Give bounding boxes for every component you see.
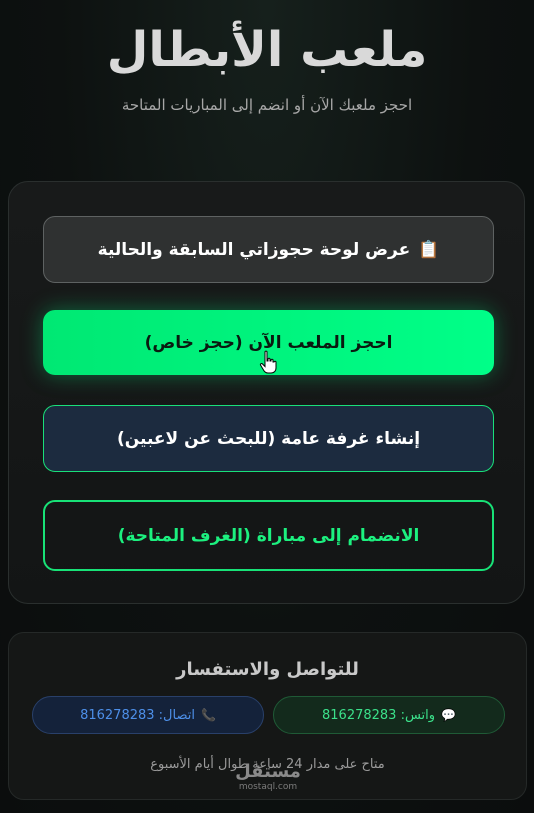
create-public-room-label: إنشاء غرفة عامة (للبحث عن لاعبين) <box>116 428 421 449</box>
watermark-arabic: مستقل <box>235 761 301 782</box>
whatsapp-button[interactable]: 💬 واتس: 816278283 <box>273 696 505 734</box>
view-bookings-label: عرض لوحة حجوزاتي السابقة والحالية <box>97 239 411 260</box>
page-subtitle: احجز ملعبك الآن أو انضم إلى المباريات ال… <box>121 96 413 114</box>
view-bookings-button[interactable]: 📋 عرض لوحة حجوزاتي السابقة والحالية <box>43 216 494 283</box>
create-public-room-button[interactable]: إنشاء غرفة عامة (للبحث عن لاعبين) <box>43 405 494 472</box>
chat-icon: 💬 <box>441 708 456 722</box>
page-title: ملعب الأبطال <box>106 22 428 78</box>
watermark-latin: mostaql.com <box>238 782 298 792</box>
join-match-label: الانضمام إلى مباراة (الغرف المتاحة) <box>117 525 420 546</box>
call-button[interactable]: 📞 اتصال: 816278283 <box>32 696 264 734</box>
contact-title: للتواصل والاستفسار <box>176 659 359 680</box>
whatsapp-label: واتس: 816278283 <box>322 707 436 723</box>
join-match-button[interactable]: الانضمام إلى مباراة (الغرف المتاحة) <box>43 500 494 571</box>
clipboard-icon: 📋 <box>418 239 440 260</box>
hand-cursor-icon <box>259 350 277 374</box>
call-label: اتصال: 816278283 <box>80 707 195 723</box>
phone-icon: 📞 <box>200 708 216 722</box>
mostaql-watermark: مستقل mostaql.com <box>233 762 303 793</box>
actions-card: 📋 عرض لوحة حجوزاتي السابقة والحالية احجز… <box>8 181 525 604</box>
